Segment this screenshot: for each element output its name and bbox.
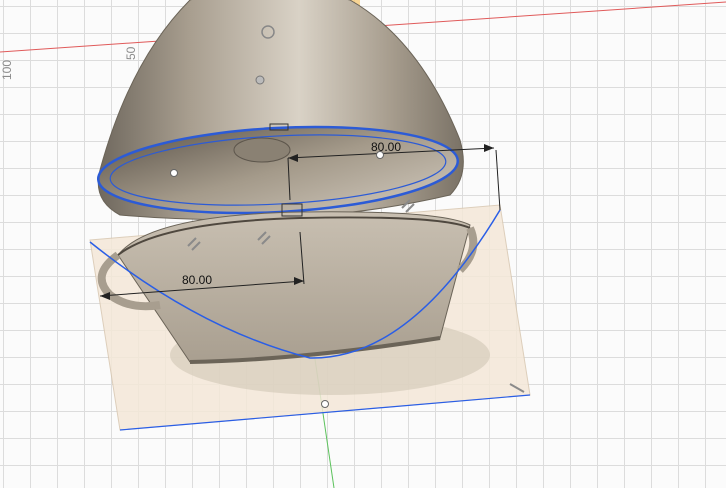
sketch-point-icon[interactable] <box>321 400 329 408</box>
origin-point-icon[interactable] <box>255 75 265 85</box>
3d-viewport[interactable]: 100 50 80.00 80.00 <box>0 0 726 488</box>
model-canvas[interactable]: 80.00 80.00 <box>0 0 726 488</box>
sketch-point-icon[interactable] <box>376 151 384 159</box>
dimension-lower-label[interactable]: 80.00 <box>182 273 212 287</box>
sketch-point-icon[interactable] <box>170 169 178 177</box>
dimension-upper-extension <box>495 149 501 211</box>
inner-hub <box>233 137 291 163</box>
dimension-upper-label[interactable]: 80.00 <box>371 140 401 154</box>
dimension-upper-arrow-right <box>484 144 494 152</box>
